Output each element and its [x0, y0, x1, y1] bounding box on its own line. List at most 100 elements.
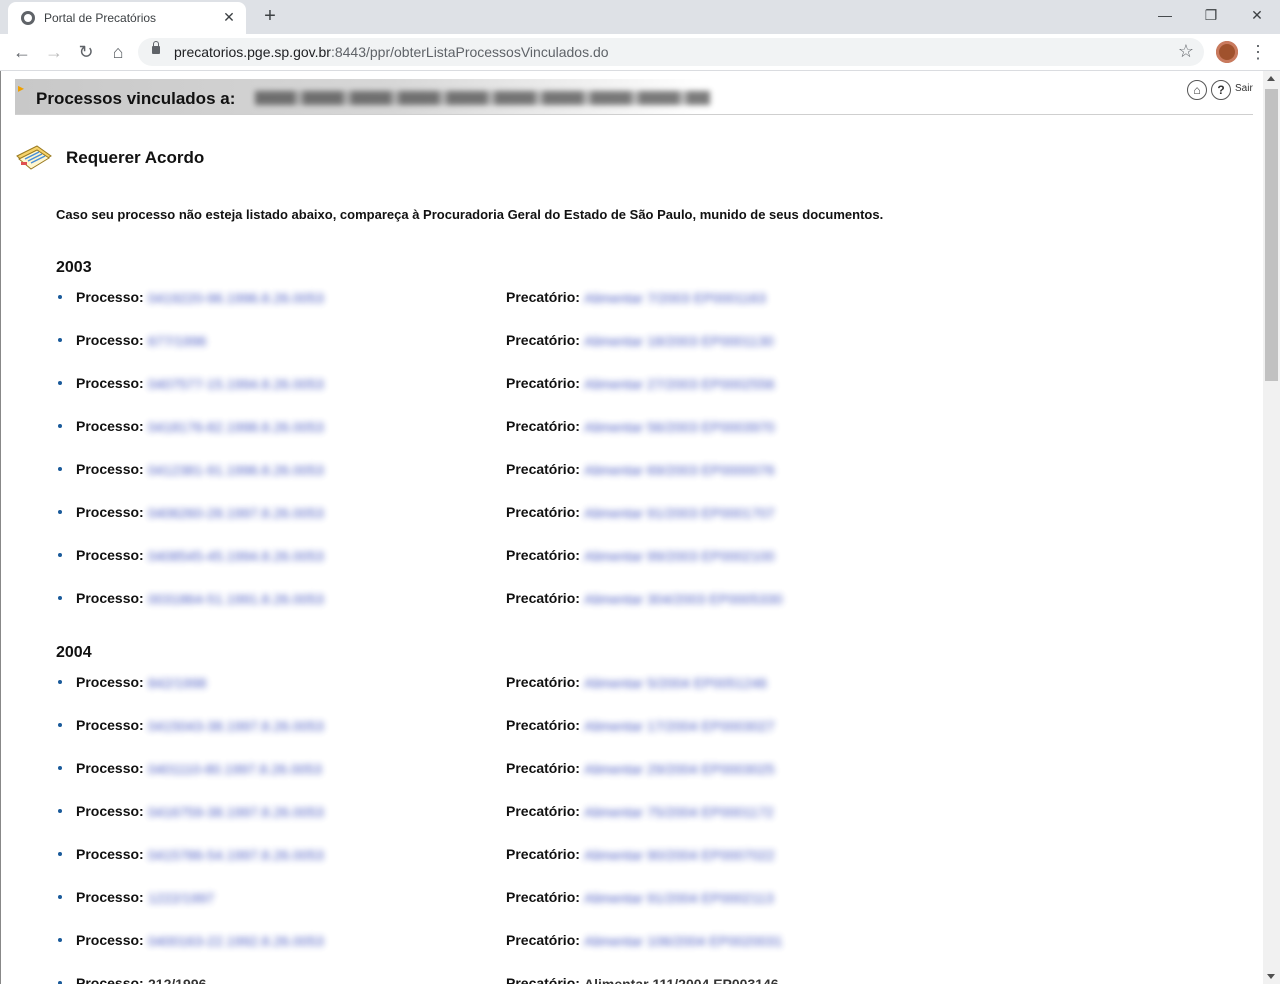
- processo-link[interactable]: 0419220-96.1996.8.26.0053: [148, 290, 324, 306]
- bullet: [58, 510, 62, 514]
- processo-label: Processo:: [76, 760, 144, 776]
- browser-tab[interactable]: Portal de Precatórios ✕: [8, 2, 246, 34]
- bullet: [58, 381, 62, 385]
- url-text[interactable]: precatorios.pge.sp.gov.br:8443/ppr/obter…: [174, 44, 609, 60]
- precatorio-link[interactable]: Alimentar 29/2004 EP0003025: [584, 761, 775, 777]
- page-title: Processos vinculados a:: [36, 89, 236, 108]
- bullet: [58, 338, 62, 342]
- scroll-up-icon[interactable]: [1267, 76, 1275, 81]
- list-item: Processo: 0415786-54.1997.8.26.0053 Precat…: [56, 846, 1056, 866]
- processo-link[interactable]: 0415786-54.1997.8.26.0053: [148, 847, 324, 863]
- precatorio-link[interactable]: Alimentar 17/2004 EP0003027: [584, 718, 775, 734]
- bullet: [58, 680, 62, 684]
- help-icon[interactable]: ?: [1211, 80, 1231, 100]
- close-window-button[interactable]: ✕: [1234, 0, 1280, 30]
- list-item: Processo: 1222/1997 Precatório: Alimentar 9…: [56, 889, 1056, 909]
- bookmark-star-icon[interactable]: ☆: [1178, 41, 1194, 62]
- precatorio-link[interactable]: Alimentar 90/2004 EP0007022: [584, 847, 775, 863]
- precatorio-link[interactable]: Alimentar 7/2003 EP0001163: [584, 290, 766, 306]
- divider: [15, 114, 1253, 115]
- precatorio-label: Precatório:: [506, 932, 580, 948]
- page-header-bar: ▸ Processos vinculados a:: [15, 79, 710, 115]
- processo-link[interactable]: 0416759-38.1997.8.26.0053: [148, 804, 324, 820]
- precatorio-label: Precatório:: [506, 674, 580, 690]
- processo-label: Processo:: [76, 461, 144, 477]
- processo-link[interactable]: 842/1998: [148, 675, 206, 691]
- precatorio-link[interactable]: Alimentar 106/2004 EP0020031: [584, 933, 782, 949]
- precatorio-link[interactable]: Alimentar 91/2003 EP0001707: [584, 505, 775, 521]
- processo-link[interactable]: 0412381-91.1996.8.26.0053: [148, 462, 324, 478]
- documents-icon: [16, 145, 52, 170]
- processo-label: Processo:: [76, 289, 144, 305]
- list-item: Processo: 842/1998 Precatório: Alimentar 5/…: [56, 674, 1056, 694]
- precatorio-label: Precatório:: [506, 332, 580, 348]
- scroll-down-icon[interactable]: [1267, 974, 1275, 979]
- address-bar[interactable]: precatorios.pge.sp.gov.br:8443/ppr/obter…: [138, 38, 1204, 66]
- list-item: Processo: 0419220-96.1996.8.26.0053 Precat…: [56, 289, 1056, 309]
- restore-button[interactable]: ❐: [1188, 0, 1234, 30]
- exit-link[interactable]: Sair: [1235, 83, 1253, 94]
- home-icon[interactable]: ⌂: [106, 40, 130, 64]
- precatorio-link[interactable]: Alimentar 75/2004 EP0001172: [584, 804, 774, 820]
- processo-label: Processo:: [76, 717, 144, 733]
- list-item: Processo: 0031864-51.1991.8.26.0053 Precat…: [56, 590, 1056, 610]
- profile-avatar[interactable]: [1216, 41, 1238, 63]
- minimize-button[interactable]: —: [1142, 0, 1188, 30]
- precatorio-link[interactable]: Alimentar 56/2003 EP0003970: [584, 419, 775, 435]
- precatorio-link[interactable]: Alimentar 99/2003 EP0002100: [584, 548, 775, 564]
- precatorio-label: Precatório:: [506, 846, 580, 862]
- bullet: [58, 895, 62, 899]
- list-item: Processo: 677/1996 Precatório: Alimentar 18…: [56, 332, 1056, 352]
- page-scrollbar[interactable]: [1263, 71, 1280, 984]
- precatorio-link[interactable]: Alimentar 5/2004 EP0051246: [584, 675, 767, 691]
- new-tab-button[interactable]: +: [258, 5, 282, 29]
- list-item: Processo: 212/1996 Precatório: Alimentar 11…: [56, 975, 1056, 984]
- precatorio-label: Precatório:: [506, 289, 580, 305]
- section-title: Requerer Acordo: [66, 148, 205, 167]
- processo-link[interactable]: 677/1996: [148, 333, 206, 349]
- close-tab-icon[interactable]: ✕: [220, 8, 238, 26]
- precatorio-link[interactable]: Alimentar 27/2003 EP0002556: [584, 376, 775, 392]
- processo-link[interactable]: 212/1996: [148, 976, 206, 984]
- globe-icon: [21, 11, 35, 25]
- precatorio-link[interactable]: Alimentar 111/2004 EP003146: [584, 976, 779, 984]
- processo-label: Processo:: [76, 547, 144, 563]
- precatorio-label: Precatório:: [506, 375, 580, 391]
- processo-link[interactable]: 0415043-38.1997.8.26.0053: [148, 718, 324, 734]
- precatorio-link[interactable]: Alimentar 18/2003 EP0001130: [584, 333, 774, 349]
- processo-link[interactable]: 0401110-80.1997.8.26.0053: [148, 761, 322, 777]
- processo-link[interactable]: 0418176-82.1998.8.26.0053: [148, 419, 324, 435]
- scroll-thumb[interactable]: [1265, 89, 1278, 381]
- tab-strip: Portal de Precatórios ✕ + — ❐ ✕: [0, 0, 1280, 34]
- processo-link[interactable]: 0408545-45.1994.8.26.0053: [148, 548, 324, 564]
- back-icon[interactable]: ←: [10, 40, 34, 64]
- home-icon[interactable]: ⌂: [1187, 80, 1207, 100]
- forward-icon[interactable]: →: [42, 40, 66, 64]
- page-content: ▸ Processos vinculados a: ⌂ ? Sair Reque…: [0, 71, 1263, 984]
- precatorio-label: Precatório:: [506, 590, 580, 606]
- processo-link[interactable]: 1222/1997: [148, 890, 214, 906]
- bullet: [58, 766, 62, 770]
- processo-link[interactable]: 0407577-15.1994.8.26.0053: [148, 376, 324, 392]
- bullet: [58, 938, 62, 942]
- processo-link[interactable]: 0400163-22.1992.8.26.0053: [148, 933, 324, 949]
- precatorio-link[interactable]: Alimentar 304/2003 EP0005330: [584, 591, 782, 607]
- list-item: Processo: 0412381-91.1996.8.26.0053 Precat…: [56, 461, 1056, 481]
- reload-icon[interactable]: ↻: [74, 40, 98, 64]
- precatorio-label: Precatório:: [506, 889, 580, 905]
- list-item: Processo: 0407577-15.1994.8.26.0053 Precat…: [56, 375, 1056, 395]
- menu-kebab-icon[interactable]: ⋮: [1248, 40, 1268, 64]
- processo-link[interactable]: 0406260-28.1997.8.26.0053: [148, 505, 324, 521]
- processo-link[interactable]: 0031864-51.1991.8.26.0053: [148, 591, 324, 607]
- precatorio-link[interactable]: Alimentar 91/2004 EP0002113: [584, 890, 774, 906]
- list-item: Processo: 0406260-28.1997.8.26.0053 Precat…: [56, 504, 1056, 524]
- owner-name-redacted: [255, 91, 710, 105]
- processo-label: Processo:: [76, 590, 144, 606]
- precatorio-link[interactable]: Alimentar 69/2003 EP0000076: [584, 462, 775, 478]
- bullet: [58, 295, 62, 299]
- list-item: Processo: 0408545-45.1994.8.26.0053 Precat…: [56, 547, 1056, 567]
- lock-icon[interactable]: [152, 41, 160, 54]
- bullet: [58, 424, 62, 428]
- processo-label: Processo:: [76, 975, 144, 984]
- processo-label: Processo:: [76, 803, 144, 819]
